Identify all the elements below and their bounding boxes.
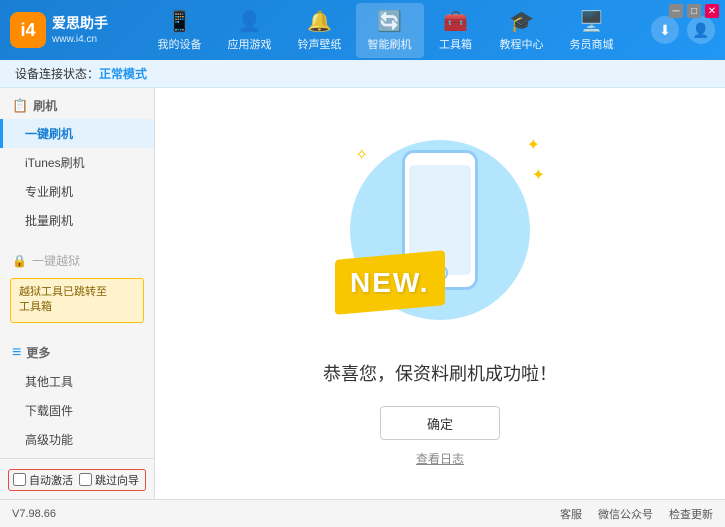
skip-guide-text: 跳过向导 (95, 472, 139, 488)
sidebar-item-advanced[interactable]: 高级功能 (0, 425, 154, 454)
flash-icon: 🔄 (377, 9, 402, 34)
sidebar-item-itunes-flash[interactable]: iTunes刷机 (0, 148, 154, 177)
more-section: ≡ 更多 其他工具 下载固件 高级功能 (0, 335, 154, 458)
flash-section-header: 📋 刷机 (0, 92, 154, 119)
more-section-header: ≡ 更多 (0, 339, 154, 367)
log-link[interactable]: 查看日志 (416, 450, 464, 467)
confirm-button[interactable]: 确定 (380, 406, 500, 440)
nav-tutorial-label: 教程中心 (500, 36, 544, 52)
footer-check-update[interactable]: 检查更新 (669, 506, 713, 522)
skip-guide-checkbox[interactable] (79, 473, 92, 486)
nav-service[interactable]: 🖥️ 务员商城 (558, 3, 626, 58)
nav-smart-flash-label: 智能刷机 (368, 36, 412, 52)
nav-smart-flash[interactable]: 🔄 智能刷机 (356, 3, 424, 58)
header-right: ⬇ 👤 (651, 16, 715, 44)
main-layout: 📋 刷机 一键刷机 iTunes刷机 专业刷机 批量刷机 🔒 (0, 88, 725, 499)
flash-section-icon: 📋 (12, 98, 28, 114)
download-button[interactable]: ⬇ (651, 16, 679, 44)
header: i4 爱思助手 www.i4.cn 📱 我的设备 👤 应用游戏 🔔 铃声壁纸 🔄 (0, 0, 725, 60)
skip-guide-label[interactable]: 跳过向导 (79, 472, 139, 488)
more-section-label: 更多 (26, 344, 50, 361)
sidebar-item-other-tools[interactable]: 其他工具 (0, 367, 154, 396)
sidebar-item-one-key-flash[interactable]: 一键刷机 (0, 119, 154, 148)
version-label: V7.98.66 (12, 508, 56, 520)
brand-name: 爱思助手 (52, 14, 108, 32)
footer: V7.98.66 客服 微信公众号 检查更新 (0, 499, 725, 527)
sidebar-bottom: 自动激活 跳过向导 📱 iPhone 15 Pro Max 512GB iPho… (0, 458, 154, 499)
nav-bar: 📱 我的设备 👤 应用游戏 🔔 铃声壁纸 🔄 智能刷机 🧰 工具箱 🎓 (120, 3, 651, 58)
nav-toolbox-label: 工具箱 (439, 36, 472, 52)
nav-my-device-label: 我的设备 (158, 36, 202, 52)
sidebar-item-jailbreak-disabled: 🔒 一键越狱 (0, 247, 154, 274)
nav-toolbox[interactable]: 🧰 工具箱 (426, 3, 486, 58)
sidebar-item-batch-flash[interactable]: 批量刷机 (0, 206, 154, 235)
star-icon-2: ✦ (532, 165, 545, 185)
device-icon: 📱 (167, 9, 192, 34)
device-area: 自动激活 跳过向导 📱 iPhone 15 Pro Max 512GB iPho… (0, 465, 154, 499)
app-icon: 👤 (237, 9, 262, 34)
service-icon: 🖥️ (579, 9, 604, 34)
lock-icon: 🔒 (12, 254, 27, 268)
new-badge-text: NEW. (350, 267, 430, 299)
nav-app-game[interactable]: 👤 应用游戏 (216, 3, 284, 58)
star-icon-3: ✧ (355, 145, 368, 165)
brand-url: www.i4.cn (52, 33, 108, 46)
minimize-button[interactable]: ─ (669, 4, 683, 18)
sidebar-notice: 越狱工具已跳转至工具箱 (10, 278, 144, 323)
nav-ringtone[interactable]: 🔔 铃声壁纸 (286, 3, 354, 58)
auto-activate-text: 自动激活 (29, 472, 73, 488)
tutorial-icon: 🎓 (509, 9, 534, 34)
logo-text: 爱思助手 www.i4.cn (52, 14, 108, 45)
nav-my-device[interactable]: 📱 我的设备 (146, 3, 214, 58)
sidebar-item-pro-flash[interactable]: 专业刷机 (0, 177, 154, 206)
star-icon-1: ✦ (527, 135, 540, 155)
auto-activate-row: 自动激活 跳过向导 (8, 469, 146, 491)
footer-right: 客服 微信公众号 检查更新 (560, 506, 713, 522)
status-prefix: 设备连接状态： (15, 65, 99, 82)
footer-wechat[interactable]: 微信公众号 (598, 506, 653, 522)
footer-left: V7.98.66 (12, 508, 56, 520)
nav-ringtone-label: 铃声壁纸 (298, 36, 342, 52)
ringtone-icon: 🔔 (307, 9, 332, 34)
status-value: 正常模式 (99, 65, 147, 82)
nav-service-label: 务员商城 (570, 36, 614, 52)
auto-activate-checkbox[interactable] (13, 473, 26, 486)
close-button[interactable]: ✕ (705, 4, 719, 18)
auto-activate-label[interactable]: 自动激活 (13, 472, 73, 488)
more-icon: ≡ (12, 344, 21, 362)
nav-tutorial[interactable]: 🎓 教程中心 (488, 3, 556, 58)
jailbreak-label: 一键越狱 (32, 252, 80, 269)
flash-section: 📋 刷机 一键刷机 iTunes刷机 专业刷机 批量刷机 (0, 88, 154, 239)
footer-about[interactable]: 客服 (560, 506, 582, 522)
device-info: 📱 iPhone 15 Pro Max 512GB iPhone (8, 495, 146, 499)
content-area: ✦ ✦ ✧ NEW. 恭喜您，保资料刷机成功啦！ 确定 查看日志 (155, 88, 725, 499)
logo-icon: i4 (10, 12, 46, 48)
success-message: 恭喜您，保资料刷机成功啦！ (323, 360, 557, 386)
success-illustration: ✦ ✦ ✧ NEW. (330, 120, 550, 340)
toolbox-icon: 🧰 (443, 9, 468, 34)
window-controls: ─ □ ✕ (669, 4, 719, 18)
nav-app-game-label: 应用游戏 (228, 36, 272, 52)
notice-text: 越狱工具已跳转至工具箱 (19, 286, 107, 313)
maximize-button[interactable]: □ (687, 4, 701, 18)
sidebar-item-download-firmware[interactable]: 下载固件 (0, 396, 154, 425)
logo-area: i4 爱思助手 www.i4.cn (10, 12, 120, 48)
sidebar: 📋 刷机 一键刷机 iTunes刷机 专业刷机 批量刷机 🔒 (0, 88, 155, 499)
new-ribbon: NEW. (335, 250, 445, 315)
confirm-button-label: 确定 (427, 414, 453, 433)
flash-section-label: 刷机 (33, 97, 57, 114)
status-bar: 设备连接状态： 正常模式 (0, 60, 725, 88)
user-button[interactable]: 👤 (687, 16, 715, 44)
